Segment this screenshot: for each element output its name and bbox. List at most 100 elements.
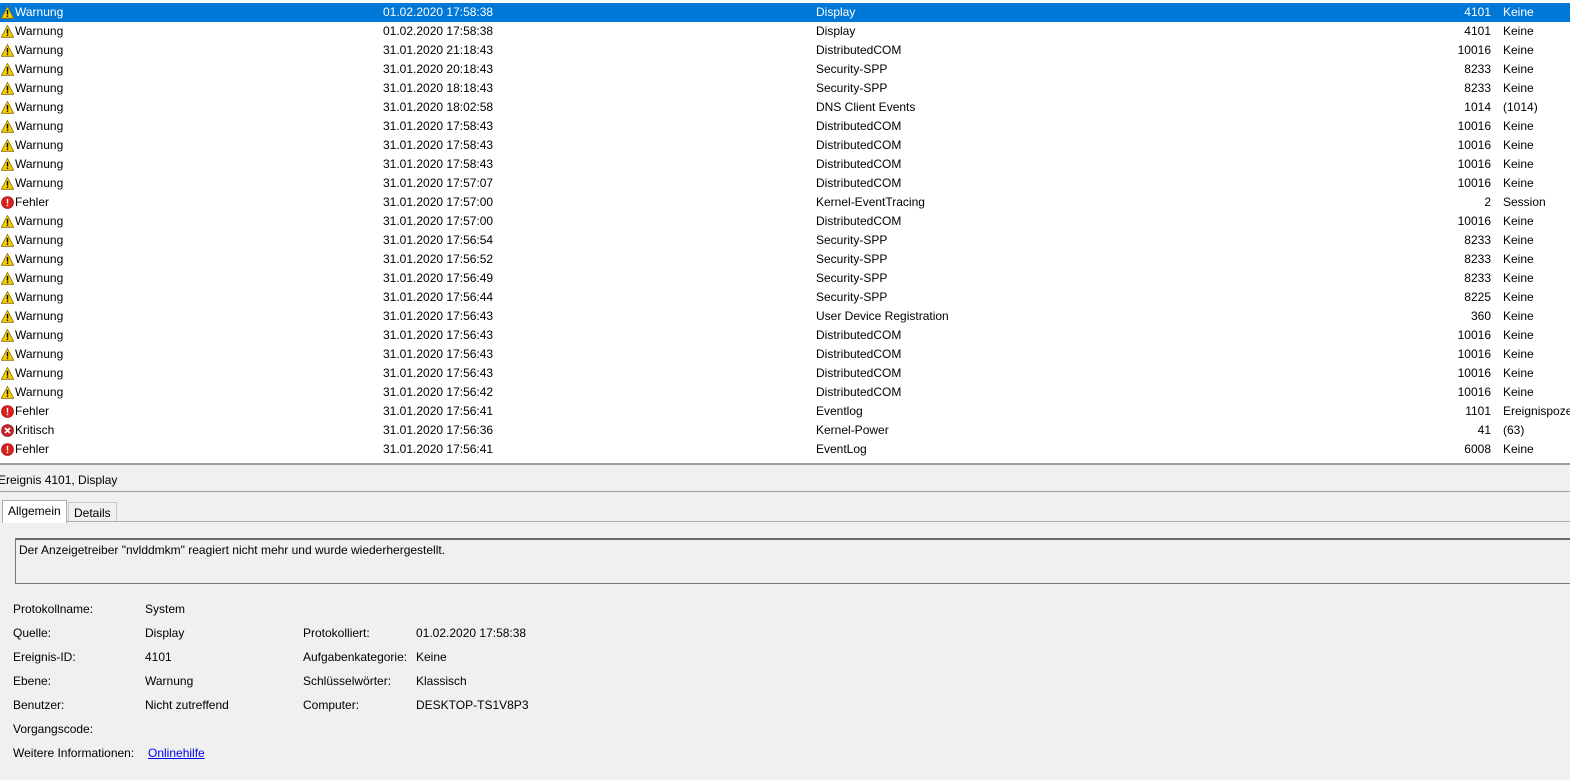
- event-source: Security-SPP: [816, 233, 888, 247]
- event-level: Warnung: [15, 100, 64, 114]
- tab-details[interactable]: Details: [68, 502, 117, 523]
- event-row[interactable]: Warnung 01.02.2020 17:58:38 Display 4101 Kei…: [0, 22, 1570, 41]
- event-source: Security-SPP: [816, 62, 888, 76]
- value-logged[interactable]: 01.02.2020 17:58:38: [416, 625, 526, 641]
- event-row[interactable]: Fehler 31.01.2020 17:56:41 Eventlog 1101 Ere…: [0, 402, 1570, 421]
- event-row[interactable]: Warnung 01.02.2020 17:58:38 Display 4101 Kei…: [0, 3, 1570, 22]
- event-category: Keine: [1503, 214, 1534, 228]
- event-date: 31.01.2020 17:56:52: [383, 252, 494, 266]
- event-row[interactable]: Warnung 31.01.2020 17:56:43 DistributedCOM…: [0, 345, 1570, 364]
- event-level: Warnung: [15, 5, 64, 19]
- warning-icon: [1, 329, 14, 342]
- event-row[interactable]: Warnung 31.01.2020 17:57:07 DistributedCOM…: [0, 174, 1570, 193]
- event-category: Keine: [1503, 252, 1534, 266]
- event-id: 4101: [1464, 5, 1491, 19]
- event-category: Keine: [1503, 119, 1534, 133]
- event-id: 10016: [1457, 366, 1491, 380]
- error-icon: [1, 405, 14, 418]
- warning-icon: [1, 234, 14, 247]
- event-row[interactable]: Warnung 31.01.2020 17:56:49 Security-SPP 82…: [0, 269, 1570, 288]
- event-row[interactable]: Warnung 31.01.2020 17:56:54 Security-SPP 82…: [0, 231, 1570, 250]
- event-source: Kernel-EventTracing: [816, 195, 925, 209]
- online-help-link[interactable]: Onlinehilfe: [148, 745, 205, 761]
- event-date: 31.01.2020 18:18:43: [383, 81, 494, 95]
- event-level: Warnung: [15, 290, 64, 304]
- event-row[interactable]: Warnung 31.01.2020 17:56:42 DistributedCOM…: [0, 383, 1570, 402]
- event-id: 10016: [1457, 138, 1491, 152]
- event-category: Keine: [1503, 347, 1534, 361]
- event-list[interactable]: Warnung 01.02.2020 17:58:38 Display 4101 Kei…: [0, 0, 1570, 463]
- value-user[interactable]: Nicht zutreffend: [145, 697, 229, 713]
- value-event-id[interactable]: 4101: [145, 649, 172, 665]
- event-level: Warnung: [15, 328, 64, 342]
- label-opcode: Vorgangscode:: [13, 722, 94, 736]
- warning-icon: [1, 44, 14, 57]
- event-source: DistributedCOM: [816, 119, 902, 133]
- event-row[interactable]: Warnung 31.01.2020 17:56:52 Security-SPP 82…: [0, 250, 1570, 269]
- value-computer[interactable]: DESKTOP-TS1V8P3: [416, 697, 529, 713]
- event-row[interactable]: Warnung 31.01.2020 18:02:58 DNS Client Eve…: [0, 98, 1570, 117]
- event-date: 31.01.2020 17:56:41: [383, 404, 494, 418]
- event-id: 6008: [1464, 442, 1491, 456]
- warning-icon: [1, 215, 14, 228]
- event-source: EventLog: [816, 442, 867, 456]
- event-row[interactable]: Warnung 31.01.2020 17:56:43 DistributedCOM…: [0, 326, 1570, 345]
- event-row[interactable]: Warnung 31.01.2020 17:57:00 DistributedCOM…: [0, 212, 1570, 231]
- error-icon: [1, 196, 14, 209]
- event-source: DistributedCOM: [816, 214, 902, 228]
- value-level[interactable]: Warnung: [145, 673, 193, 689]
- event-row[interactable]: Warnung 31.01.2020 17:56:44 Security-SPP 82…: [0, 288, 1570, 307]
- event-date: 31.01.2020 17:56:43: [383, 328, 494, 342]
- event-row[interactable]: Warnung 31.01.2020 17:56:43 User Device Re…: [0, 307, 1570, 326]
- warning-icon: [1, 310, 14, 323]
- warning-icon: [1, 291, 14, 304]
- value-keywords[interactable]: Klassisch: [416, 673, 467, 689]
- event-category: Keine: [1503, 5, 1534, 19]
- event-row[interactable]: Warnung 31.01.2020 17:58:43 DistributedCOM…: [0, 117, 1570, 136]
- event-date: 31.01.2020 17:56:41: [383, 442, 494, 456]
- value-log-name[interactable]: System: [145, 601, 185, 617]
- event-date: 31.01.2020 17:56:44: [383, 290, 494, 304]
- event-row[interactable]: Kritisch 31.01.2020 17:56:36 Kernel-Power 4…: [0, 421, 1570, 440]
- event-id: 1014: [1464, 100, 1491, 114]
- event-source: Security-SPP: [816, 271, 888, 285]
- label-source: Quelle:: [13, 626, 52, 640]
- event-category: Keine: [1503, 157, 1534, 171]
- event-row[interactable]: Fehler 31.01.2020 17:56:41 EventLog 6008 Kei…: [0, 440, 1570, 459]
- event-level: Fehler: [15, 442, 50, 456]
- event-source: DistributedCOM: [816, 157, 902, 171]
- event-id: 8225: [1464, 290, 1491, 304]
- event-category: (63): [1503, 423, 1525, 437]
- event-id: 41: [1477, 423, 1491, 437]
- event-row[interactable]: Warnung 31.01.2020 17:58:43 DistributedCOM…: [0, 155, 1570, 174]
- event-id: 10016: [1457, 157, 1491, 171]
- pane-splitter[interactable]: [0, 463, 1570, 465]
- event-level: Warnung: [15, 24, 64, 38]
- value-source[interactable]: Display: [145, 625, 184, 641]
- event-row[interactable]: Warnung 31.01.2020 18:18:43 Security-SPP 82…: [0, 79, 1570, 98]
- tab-general[interactable]: Allgemein: [2, 500, 67, 523]
- event-category: Keine: [1503, 385, 1534, 399]
- event-row[interactable]: Warnung 31.01.2020 17:56:43 DistributedCOM…: [0, 364, 1570, 383]
- event-date: 31.01.2020 17:56:43: [383, 309, 494, 323]
- event-level: Warnung: [15, 309, 64, 323]
- event-date: 31.01.2020 17:57:00: [383, 214, 494, 228]
- value-task-category[interactable]: Keine: [416, 649, 447, 665]
- warning-icon: [1, 82, 14, 95]
- event-description-box[interactable]: Der Anzeigetreiber "nvlddmkm" reagiert n…: [15, 538, 1570, 584]
- event-source: Security-SPP: [816, 81, 888, 95]
- event-source: Security-SPP: [816, 290, 888, 304]
- event-row[interactable]: Warnung 31.01.2020 21:18:43 DistributedCOM…: [0, 41, 1570, 60]
- event-date: 31.01.2020 17:56:43: [383, 347, 494, 361]
- label-user: Benutzer:: [13, 698, 65, 712]
- event-source: DistributedCOM: [816, 43, 902, 57]
- event-source: DistributedCOM: [816, 138, 902, 152]
- event-category: Keine: [1503, 328, 1534, 342]
- event-level: Warnung: [15, 271, 64, 285]
- event-level: Warnung: [15, 43, 64, 57]
- event-id: 8233: [1464, 233, 1491, 247]
- event-row[interactable]: Warnung 31.01.2020 17:58:43 DistributedCOM…: [0, 136, 1570, 155]
- event-row[interactable]: Fehler 31.01.2020 17:57:00 Kernel-EventTra…: [0, 193, 1570, 212]
- event-row[interactable]: Warnung 31.01.2020 20:18:43 Security-SPP 82…: [0, 60, 1570, 79]
- event-source: Eventlog: [816, 404, 863, 418]
